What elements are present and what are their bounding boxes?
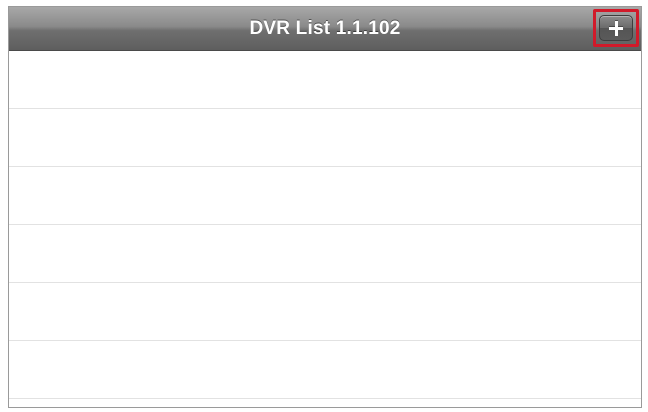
add-dvr-button[interactable] (599, 15, 633, 41)
navigation-bar: DVR List 1.1.102 (9, 7, 641, 51)
app-window: DVR List 1.1.102 (8, 6, 642, 408)
list-item[interactable] (9, 341, 641, 399)
add-button-highlight (593, 9, 639, 47)
list-item[interactable] (9, 109, 641, 167)
list-item[interactable] (9, 167, 641, 225)
page-title: DVR List 1.1.102 (249, 18, 401, 39)
list-item[interactable] (9, 51, 641, 109)
dvr-list (9, 51, 641, 407)
plus-icon (600, 16, 632, 40)
list-item[interactable] (9, 283, 641, 341)
list-item[interactable] (9, 225, 641, 283)
